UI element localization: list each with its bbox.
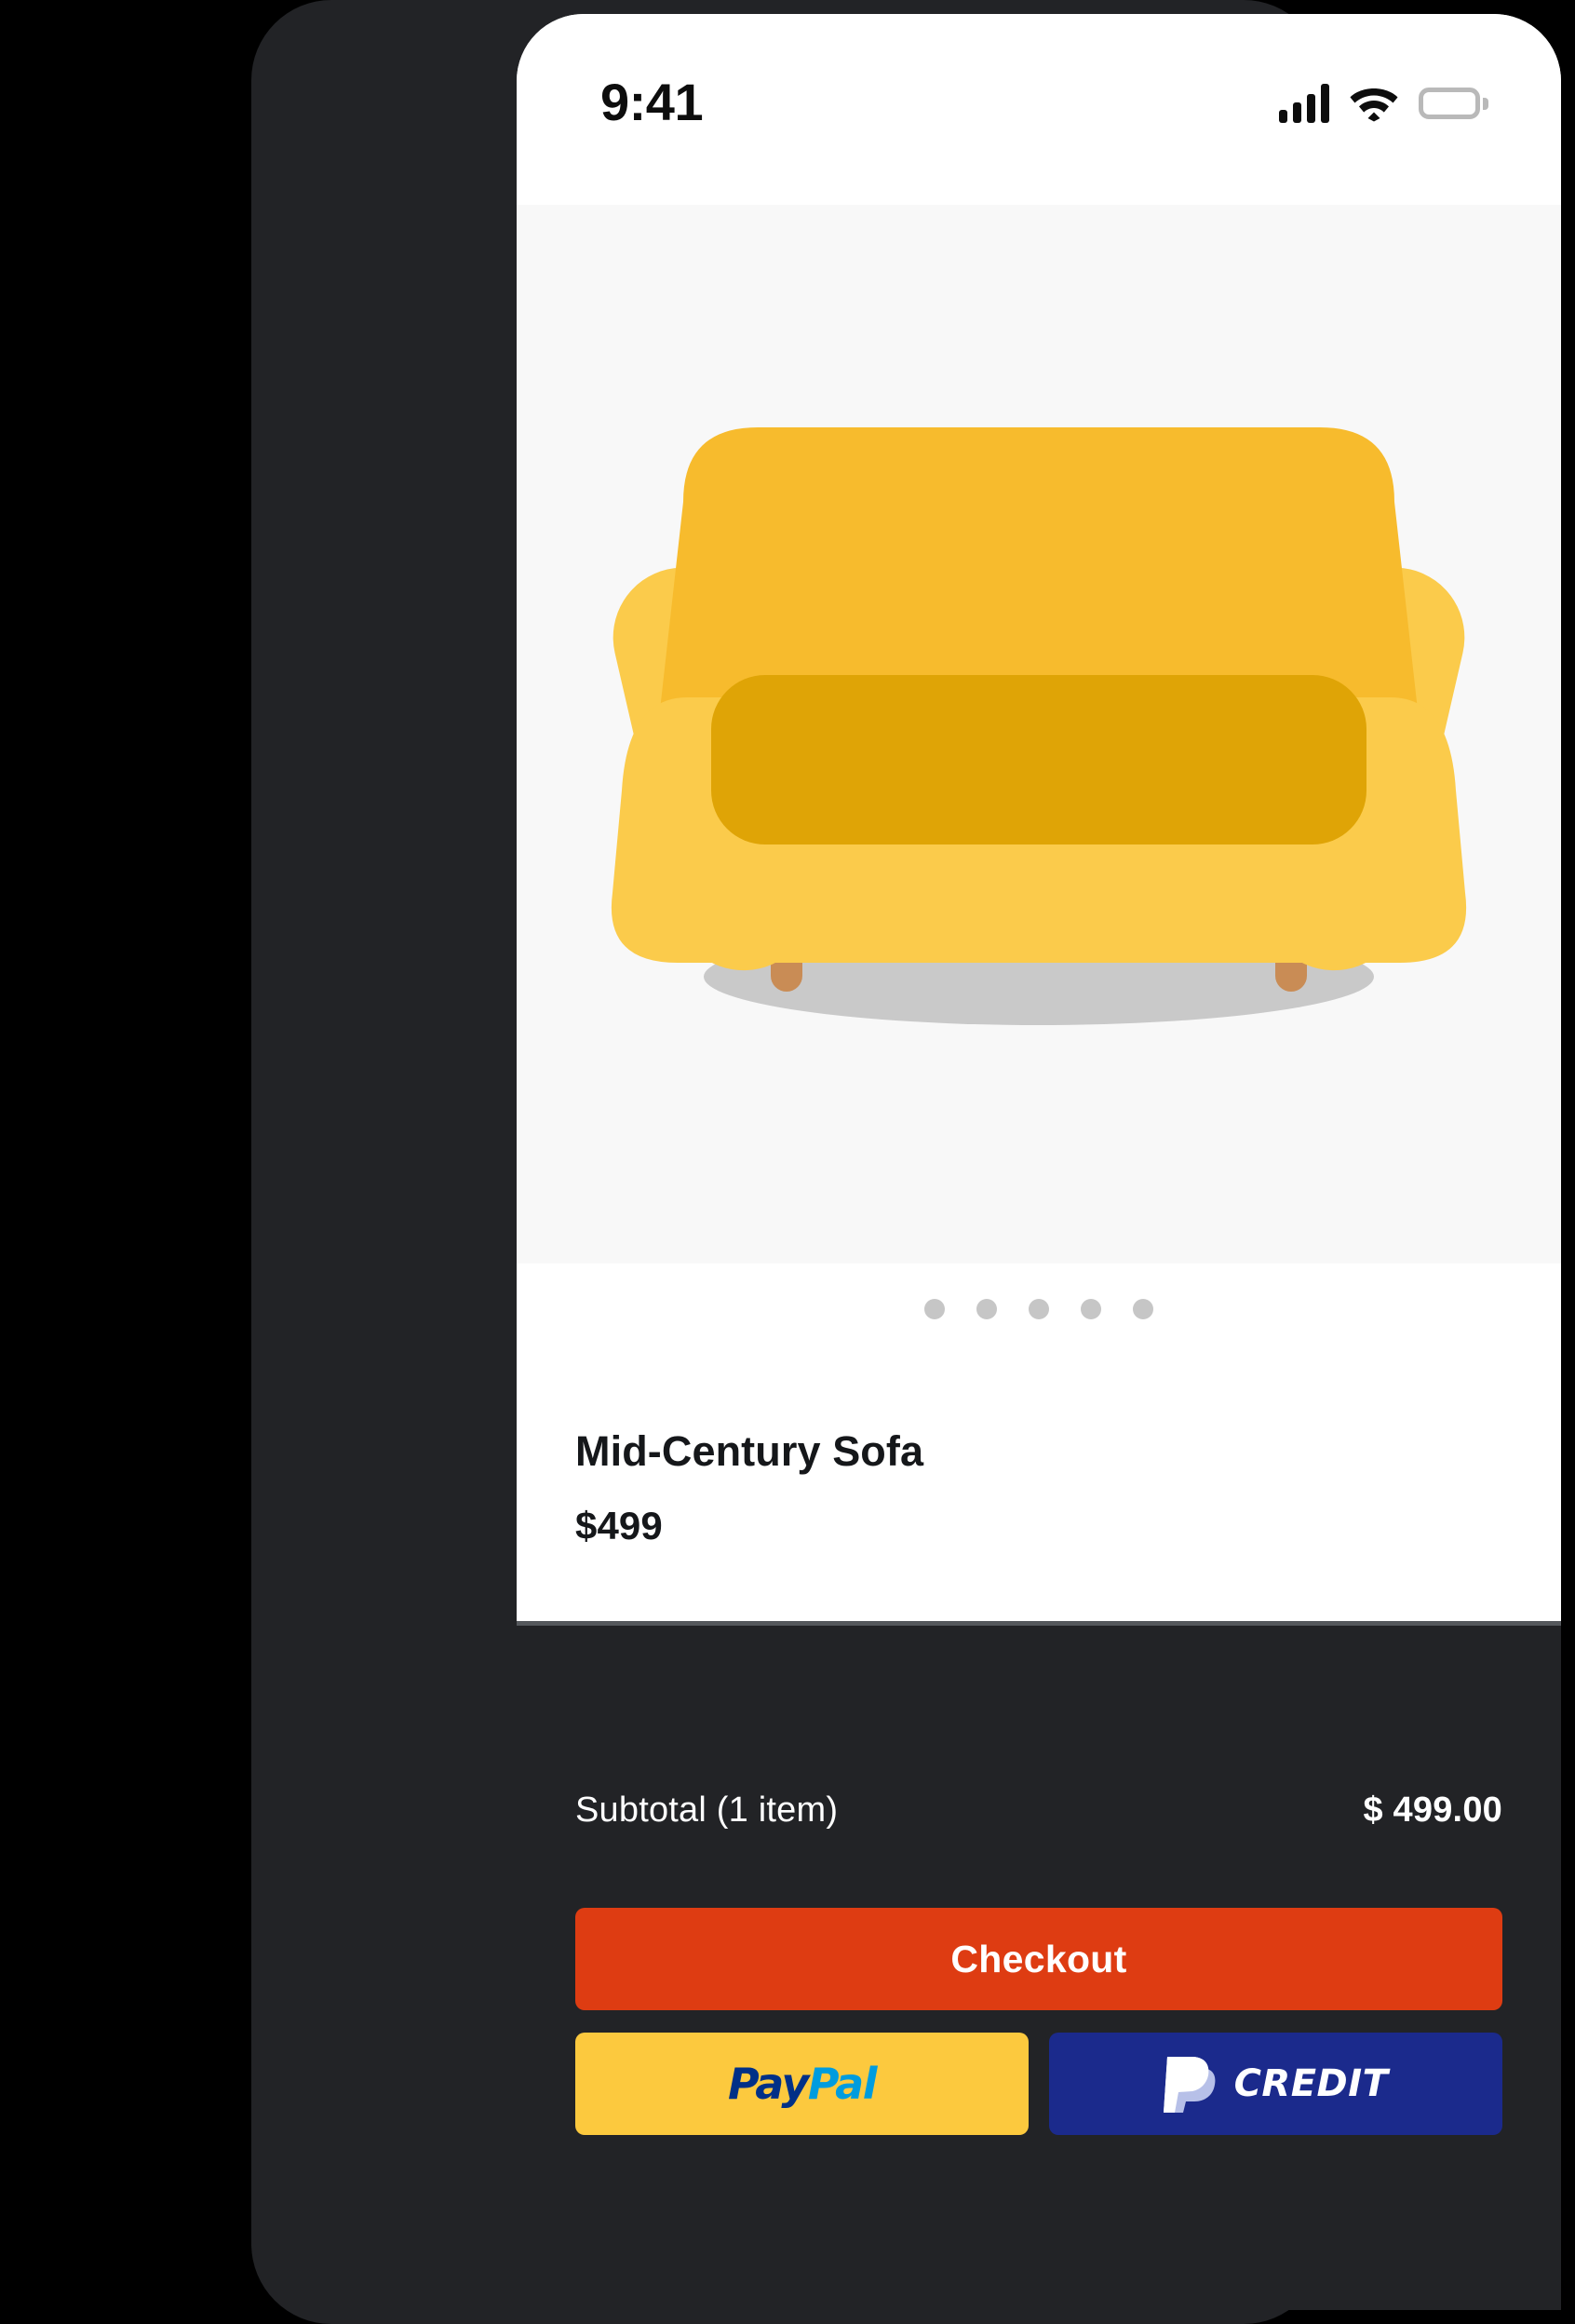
- carousel-dot[interactable]: [1081, 1299, 1101, 1319]
- paypal-wordmark-pal: Pal: [808, 2059, 876, 2109]
- checkout-button[interactable]: Checkout: [575, 1908, 1502, 2010]
- wifi-icon: [1350, 85, 1398, 122]
- subtotal-label: Subtotal (1 item): [575, 1790, 838, 1831]
- status-bar-icons: [1279, 77, 1488, 129]
- app-screen: 9:41: [517, 14, 1561, 1622]
- paypal-monogram-icon: [1164, 2055, 1218, 2113]
- carousel-dot[interactable]: [976, 1299, 997, 1319]
- product-title: Mid-Century Sofa: [575, 1427, 923, 1476]
- status-bar: 9:41: [517, 14, 1561, 205]
- subtotal-amount: $ 499.00: [1363, 1790, 1502, 1831]
- status-bar-time: 9:41: [600, 72, 703, 132]
- phone-frame: 9:41: [251, 0, 1324, 2324]
- carousel-dot[interactable]: [1029, 1299, 1049, 1319]
- paypal-wordmark: PayPal: [728, 2059, 876, 2109]
- carousel-dot[interactable]: [1133, 1299, 1153, 1319]
- paypal-button-row: PayPal CREDIT: [575, 2033, 1502, 2135]
- subtotal-row: Subtotal (1 item) $ 499.00: [575, 1790, 1502, 1831]
- paypal-credit-label: CREDIT: [1234, 2062, 1389, 2105]
- carousel-dot[interactable]: [924, 1299, 945, 1319]
- carousel-dots[interactable]: [517, 1299, 1561, 1319]
- cellular-signal-icon: [1279, 84, 1329, 123]
- product-price: $499: [575, 1504, 663, 1548]
- battery-icon: [1419, 88, 1488, 119]
- product-image-carousel[interactable]: [517, 205, 1561, 1263]
- checkout-panel: Subtotal (1 item) $ 499.00 Checkout PayP…: [517, 1626, 1561, 2310]
- paypal-wordmark-pay: Pay: [728, 2059, 808, 2109]
- sofa-illustration: [573, 418, 1504, 1051]
- paypal-credit-button[interactable]: CREDIT: [1049, 2033, 1502, 2135]
- paypal-button[interactable]: PayPal: [575, 2033, 1029, 2135]
